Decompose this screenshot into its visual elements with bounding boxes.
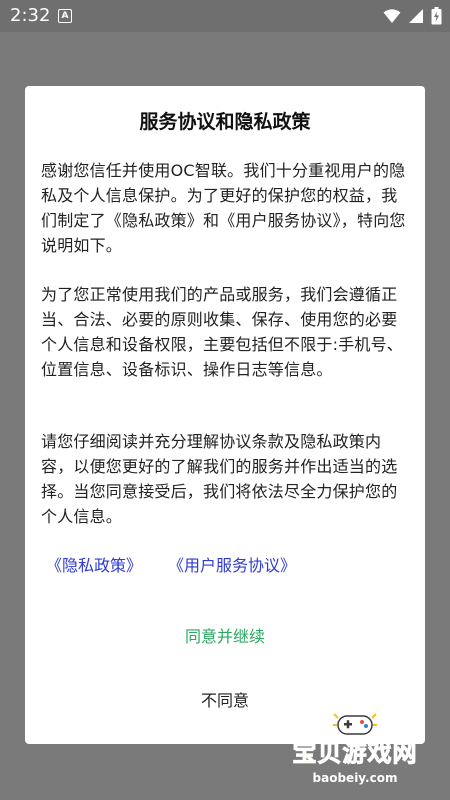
user-service-agreement-link[interactable]: 《用户服务协议》 — [168, 556, 296, 575]
gamepad-logo-icon — [333, 713, 377, 735]
status-icons — [383, 6, 442, 26]
battery-icon — [431, 7, 442, 25]
status-time: 2:32 — [10, 5, 51, 26]
dialog-title: 服务协议和隐私政策 — [139, 111, 311, 133]
dialog-paragraph-consent: 请您仔细阅读并充分理解协议条款及隐私政策内容，以便您更好的了解我们的服务并作出适… — [41, 432, 398, 526]
privacy-policy-link[interactable]: 《隐私政策》 — [46, 556, 142, 575]
agree-continue-button[interactable]: 同意并继续 — [25, 622, 425, 652]
privacy-dialog: 服务协议和隐私政策 感谢您信任并使用OC智联。我们十分重视用户的隐私及个人信息保… — [25, 86, 425, 744]
watermark-text: 宝贝游戏网 — [292, 739, 418, 768]
signal-icon — [409, 9, 423, 23]
watermark-url: baobeiy.com — [312, 771, 398, 785]
dialog-paragraph-collection: 为了您正常使用我们的产品或服务，我们会遵循正当、合法、必要的原则收集、保存、使用… — [41, 285, 403, 379]
dialog-paragraph-intro: 感谢您信任并使用OC智联。我们十分重视用户的隐私及个人信息保护。为了更好的保护您… — [41, 161, 406, 255]
watermark: 宝贝游戏网 baobeiy.com — [280, 712, 430, 792]
policy-links: 《隐私政策》 《用户服务协议》 — [46, 554, 296, 578]
notification-a-icon: A — [58, 9, 72, 23]
status-bar: 2:32 A — [0, 0, 450, 32]
wifi-icon — [383, 9, 401, 23]
